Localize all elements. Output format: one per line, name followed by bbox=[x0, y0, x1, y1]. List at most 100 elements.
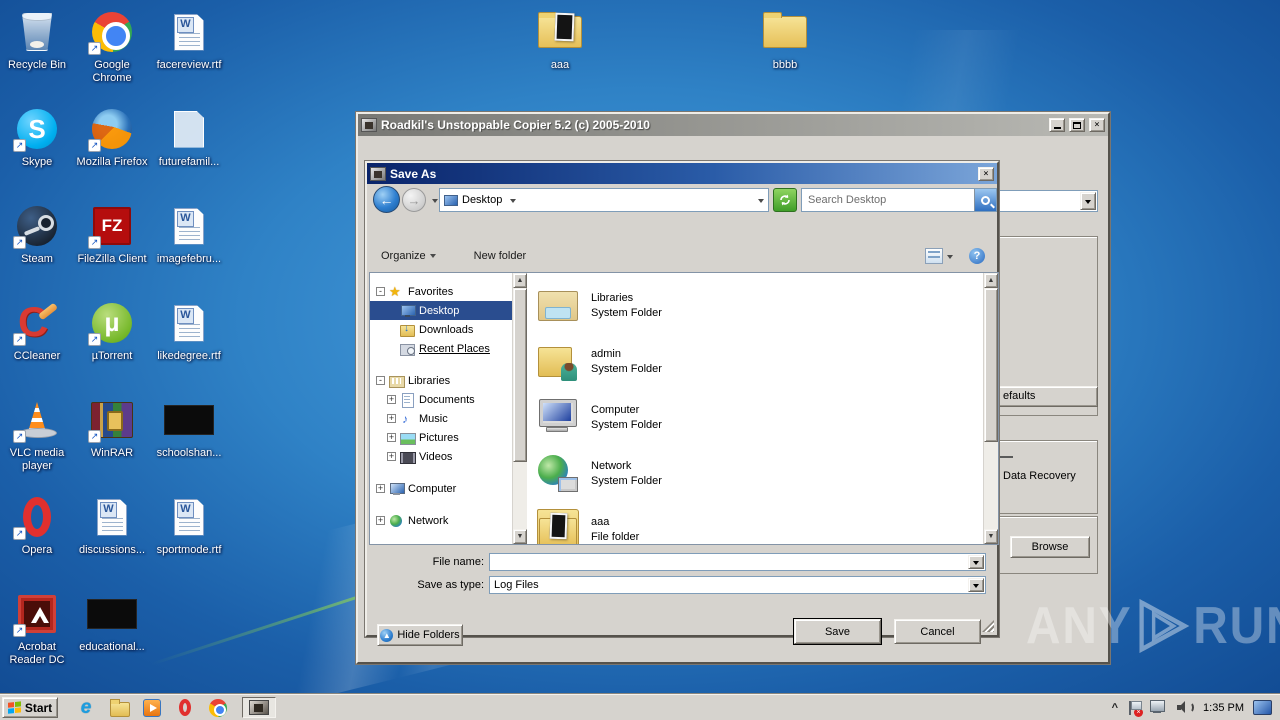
address-dropdown-icon[interactable] bbox=[758, 198, 764, 206]
desktop-icon[interactable]: ↗ WinRAR bbox=[75, 396, 149, 493]
tree-item[interactable]: Pictures bbox=[370, 428, 512, 447]
file-list-item[interactable]: admin System Folder bbox=[537, 334, 983, 390]
minimize-button[interactable] bbox=[1049, 118, 1065, 132]
desktop-icon[interactable]: ↗ Steam bbox=[0, 202, 74, 299]
desktop-icon[interactable]: ↗ CCleaner bbox=[0, 299, 74, 396]
collapse-chevron-icon[interactable]: ^ bbox=[1112, 702, 1118, 714]
desktop-icon[interactable]: ↗ VLC media player bbox=[0, 396, 74, 493]
network-tray-icon[interactable] bbox=[1150, 700, 1168, 715]
tray-clock[interactable]: 1:35 PM bbox=[1203, 702, 1244, 714]
save-type-select[interactable]: Log Files bbox=[489, 576, 986, 594]
combo-dropdown-icon[interactable] bbox=[968, 555, 984, 569]
active-task-button[interactable] bbox=[242, 697, 276, 718]
volume-icon[interactable] bbox=[1177, 700, 1195, 715]
file-name-input[interactable] bbox=[489, 553, 986, 571]
tree-expander-icon[interactable] bbox=[376, 287, 385, 296]
internet-explorer-icon[interactable] bbox=[76, 698, 96, 718]
desktop-icon[interactable]: ↗ aaa bbox=[524, 8, 596, 72]
desktop-icon[interactable]: ↗ Google Chrome bbox=[75, 8, 149, 105]
maximize-button[interactable] bbox=[1069, 118, 1085, 132]
dialog-close-button[interactable]: × bbox=[978, 166, 994, 181]
tree-scrollbar[interactable]: ▲ ▼ bbox=[512, 273, 527, 544]
desktop-icon[interactable]: ↗ discussions... bbox=[75, 493, 149, 590]
desktop-icon[interactable]: ↗ facereview.rtf bbox=[152, 8, 226, 105]
start-button[interactable]: Start bbox=[2, 697, 58, 718]
tree-item[interactable]: Downloads bbox=[370, 320, 512, 339]
desktop-icon[interactable]: ↗ Skype bbox=[0, 105, 74, 202]
tree-item[interactable]: Recent Places bbox=[370, 339, 512, 358]
dialog-titlebar[interactable]: Save As × bbox=[367, 163, 997, 184]
tree-item[interactable]: Network bbox=[370, 511, 512, 530]
desktop-icon[interactable]: ↗ Recycle Bin bbox=[0, 8, 74, 105]
chrome-icon[interactable] bbox=[208, 698, 228, 718]
display-tray-icon[interactable] bbox=[1253, 700, 1272, 715]
browse-button[interactable]: Browse bbox=[1010, 536, 1090, 558]
tree-item-icon bbox=[400, 342, 415, 356]
desktop-icon[interactable]: ↗ educational... bbox=[75, 590, 149, 687]
tree-item[interactable]: Computer bbox=[370, 479, 512, 498]
refresh-button[interactable] bbox=[773, 188, 797, 212]
desktop-icon[interactable]: ↗ imagefebru... bbox=[152, 202, 226, 299]
combo-dropdown-icon[interactable] bbox=[968, 578, 984, 592]
scroll-up-icon[interactable]: ▲ bbox=[513, 273, 527, 288]
file-list-item[interactable]: Libraries System Folder bbox=[537, 278, 983, 334]
desktop-icon[interactable]: ↗ FileZilla Client bbox=[75, 202, 149, 299]
scroll-up-icon[interactable]: ▲ bbox=[984, 273, 998, 288]
scroll-down-icon[interactable]: ▼ bbox=[984, 529, 998, 544]
file-list-item[interactable]: aaa File folder bbox=[537, 502, 983, 544]
opera-icon[interactable] bbox=[175, 698, 195, 718]
hide-folders-button[interactable]: ▲ Hide Folders bbox=[377, 624, 463, 646]
file-list-item[interactable]: Computer System Folder bbox=[537, 390, 983, 446]
tree-expander-icon[interactable] bbox=[387, 452, 396, 461]
file-list-item[interactable]: Network System Folder bbox=[537, 446, 983, 502]
tree-item[interactable]: Favorites bbox=[370, 282, 512, 301]
anyrun-logo-icon bbox=[1139, 598, 1190, 654]
tree-item-icon bbox=[389, 514, 404, 528]
tree-expander-icon[interactable] bbox=[376, 484, 385, 493]
tree-item[interactable]: Documents bbox=[370, 390, 512, 409]
tree-expander-icon[interactable] bbox=[376, 516, 385, 525]
search-button[interactable] bbox=[974, 189, 996, 211]
save-button[interactable]: Save bbox=[794, 619, 881, 644]
resize-grip[interactable] bbox=[982, 620, 994, 632]
tree-expander-icon[interactable] bbox=[376, 376, 385, 385]
desktop-icon[interactable]: ↗ likedegree.rtf bbox=[152, 299, 226, 396]
action-center-flag-icon[interactable]: × bbox=[1127, 700, 1144, 717]
breadcrumb-dropdown-icon[interactable] bbox=[510, 198, 517, 206]
desktop-icon[interactable]: ↗ bbbb bbox=[749, 8, 821, 72]
desktop-icon[interactable]: ↗ futurefamil... bbox=[152, 105, 226, 202]
breadcrumb-location[interactable]: Desktop bbox=[462, 194, 502, 206]
tree-expander-icon[interactable] bbox=[387, 395, 396, 404]
app-window-titlebar[interactable]: Roadkil's Unstoppable Copier 5.2 (c) 200… bbox=[358, 114, 1108, 136]
back-button[interactable]: ← bbox=[373, 186, 400, 213]
search-input[interactable]: Search Desktop bbox=[801, 188, 997, 212]
tree-expander-icon[interactable] bbox=[387, 433, 396, 442]
tree-item[interactable]: Libraries bbox=[370, 371, 512, 390]
list-scrollbar[interactable]: ▲ ▼ bbox=[983, 273, 998, 544]
breadcrumb[interactable]: Desktop bbox=[439, 188, 769, 212]
desktop-icon[interactable]: ↗ Mozilla Firefox bbox=[75, 105, 149, 202]
organize-menu[interactable]: Organize bbox=[381, 250, 436, 262]
desktop-icon[interactable]: ↗ schoolshan... bbox=[152, 396, 226, 493]
close-button[interactable]: × bbox=[1089, 118, 1105, 132]
help-icon[interactable]: ? bbox=[969, 248, 985, 264]
explorer-folder-icon[interactable] bbox=[109, 698, 130, 718]
tree-expander-icon[interactable] bbox=[387, 414, 396, 423]
view-selector[interactable] bbox=[925, 248, 953, 264]
desktop-icon-glyph bbox=[87, 599, 137, 629]
new-folder-button[interactable]: New folder bbox=[474, 250, 527, 262]
scroll-down-icon[interactable]: ▼ bbox=[513, 529, 527, 544]
forward-button[interactable]: → bbox=[402, 188, 426, 212]
desktop-icon[interactable]: ↗ µTorrent bbox=[75, 299, 149, 396]
media-player-icon[interactable] bbox=[142, 698, 162, 718]
desktop-icon[interactable]: ↗ Acrobat Reader DC bbox=[0, 590, 74, 687]
nav-history-dropdown-icon[interactable] bbox=[432, 199, 438, 206]
tree-item[interactable]: Videos bbox=[370, 447, 512, 466]
cancel-button[interactable]: Cancel bbox=[894, 619, 981, 644]
desktop-icon[interactable]: ↗ Opera bbox=[0, 493, 74, 590]
tree-item[interactable]: Desktop bbox=[370, 301, 512, 320]
tree-item[interactable]: Music bbox=[370, 409, 512, 428]
combo-dropdown-icon[interactable] bbox=[1080, 192, 1096, 210]
app-partial-combobox[interactable] bbox=[998, 190, 1098, 212]
desktop-icon[interactable]: ↗ sportmode.rtf bbox=[152, 493, 226, 590]
